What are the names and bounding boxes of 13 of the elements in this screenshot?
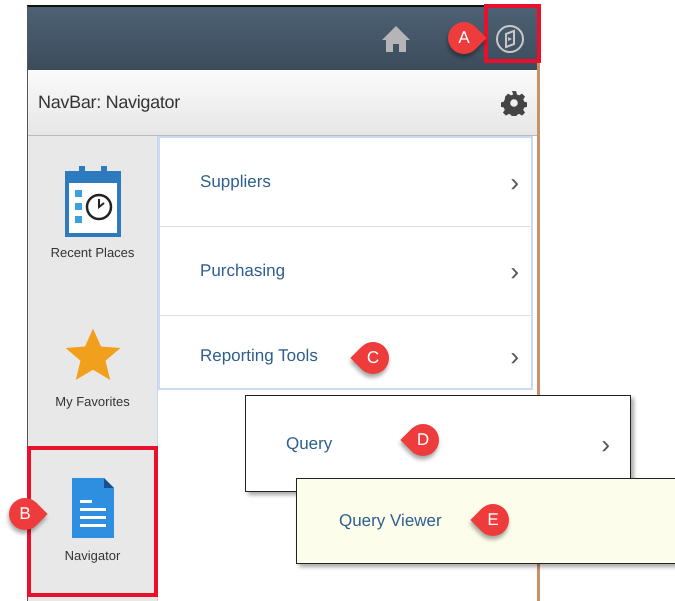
compass-icon[interactable] xyxy=(495,24,525,54)
panel-title: NavBar: Navigator xyxy=(38,91,180,114)
highlight-frame xyxy=(484,4,541,63)
sidebar-item[interactable]: Recent Places xyxy=(28,136,157,291)
document-icon xyxy=(70,478,116,540)
chevron-icon: › xyxy=(510,258,519,284)
settings-icon[interactable] xyxy=(501,90,527,116)
calendar-clock-icon xyxy=(64,164,120,237)
home-icon[interactable] xyxy=(381,24,411,52)
sidebar-item[interactable]: My Favorites xyxy=(28,291,157,446)
chevron-icon: › xyxy=(601,430,610,456)
chevron-icon: › xyxy=(510,343,519,369)
chevron-icon: › xyxy=(510,169,519,195)
